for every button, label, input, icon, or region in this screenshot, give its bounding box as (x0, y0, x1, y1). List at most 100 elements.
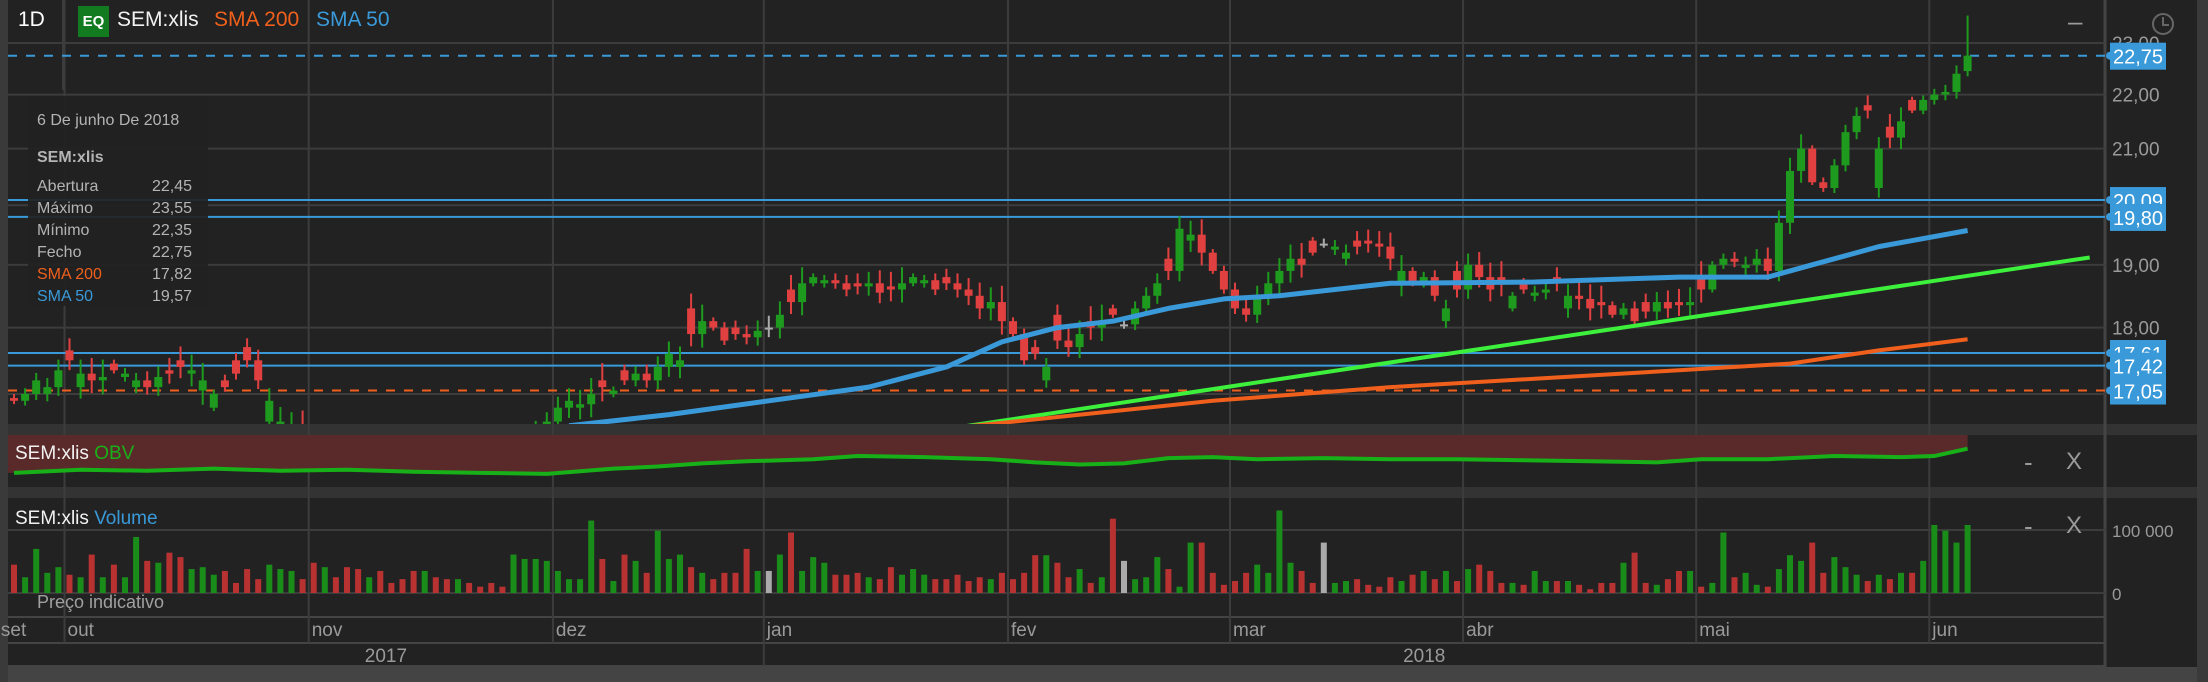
candle-body (1541, 289, 1550, 293)
volume-minimize-button[interactable]: - (2024, 511, 2033, 542)
candle-body (32, 380, 41, 394)
candle-body (864, 283, 873, 287)
volume-bar (1132, 579, 1139, 593)
price-tick-label: 21,00 (2112, 140, 2160, 161)
volume-bar (1864, 581, 1871, 593)
volume-bar (177, 557, 184, 593)
candle-body (875, 283, 884, 293)
volume-bar (865, 577, 872, 593)
candle-body (1630, 308, 1639, 322)
candle-body (1786, 170, 1794, 223)
candle-body (1208, 252, 1217, 271)
volume-bar (732, 572, 739, 593)
volume-bar (788, 532, 794, 593)
tooltip-label: Abertura (37, 178, 99, 195)
volume-bar (1187, 542, 1194, 593)
candle-body (1752, 258, 1761, 265)
candle-body (565, 400, 573, 408)
volume-bar (1243, 572, 1250, 593)
volume-bar (1609, 582, 1616, 593)
candle-body (1075, 334, 1084, 348)
candle-body (1797, 148, 1806, 171)
volume-bar (810, 557, 817, 593)
candle-body (1319, 243, 1328, 246)
interval-selector[interactable]: 1D (18, 8, 45, 32)
volume-bar (321, 567, 328, 593)
volume-bar (1331, 582, 1338, 593)
volume-bar (44, 572, 51, 593)
volume-bar (1198, 542, 1205, 593)
candle-body (975, 295, 984, 309)
volume-bar (566, 579, 572, 593)
volume-bar (1553, 581, 1560, 593)
volume-bar (876, 579, 883, 593)
candle-body (1686, 302, 1695, 306)
volume-bar (344, 567, 350, 593)
candle-body (909, 277, 918, 284)
volume-bar (1409, 574, 1416, 593)
panel-separator[interactable] (8, 424, 2197, 435)
price-tick-label: 19,00 (2112, 256, 2160, 277)
volume-bar (765, 570, 772, 593)
volume-bar (1420, 570, 1427, 593)
symbol-label[interactable]: SEM:xlis (117, 8, 199, 32)
volume-bar (1487, 570, 1494, 593)
volume-bar (1820, 572, 1827, 593)
candle-body (642, 373, 651, 381)
candle-body (1930, 94, 1939, 100)
volume-bar (654, 530, 661, 593)
month-label: jun (1931, 620, 1957, 641)
candle-body (43, 387, 52, 394)
candle-body (831, 280, 840, 284)
candle-body (598, 380, 607, 388)
volume-close-button[interactable]: X (2066, 512, 2082, 540)
volume-bar (1109, 518, 1116, 593)
candle-body (1852, 115, 1861, 133)
price-tick-label: 18,00 (2112, 319, 2160, 340)
volume-bar (233, 582, 239, 593)
year-label: 2017 (365, 646, 407, 667)
volume-bar (1798, 560, 1805, 593)
volume-bar (1509, 582, 1516, 593)
eq-badge: EQ (78, 6, 109, 37)
candle-body (1197, 234, 1206, 253)
month-label: nov (312, 620, 343, 641)
volume-bar (1953, 542, 1960, 593)
panel-separator[interactable] (8, 487, 2197, 498)
candle-body (254, 360, 263, 381)
volume-bar (688, 567, 695, 593)
indicative-price-note: Preço indicativo (37, 592, 165, 612)
candle-body (942, 277, 951, 284)
candle-body (1741, 264, 1750, 268)
volume-bar (155, 562, 162, 593)
candle-body (1564, 295, 1572, 309)
price-minimize-button[interactable]: – (2068, 6, 2082, 37)
volume-tick-label: 0 (2112, 585, 2121, 604)
candle-body (243, 347, 252, 361)
volume-bar (488, 582, 495, 593)
candle-body (698, 321, 707, 335)
obv-minimize-button[interactable]: - (2024, 447, 2033, 478)
candle-body (787, 289, 795, 303)
volume-bar (1365, 584, 1372, 593)
obv-close-button[interactable]: X (2066, 448, 2082, 476)
volume-bar (1909, 572, 1916, 593)
volume-bar (432, 577, 439, 593)
sma50-legend[interactable]: SMA 50 (316, 8, 390, 32)
volume-bar (221, 570, 228, 593)
volume-bar (1498, 582, 1505, 593)
volume-bar (1620, 562, 1627, 593)
chart-canvas[interactable]: set out nov dez jan fev mar abr mai jun 2017 2018 23… (0, 0, 2208, 682)
tooltip-label: SMA 50 (37, 288, 94, 305)
candle-body (1375, 243, 1384, 247)
sma200-legend[interactable]: SMA 200 (214, 8, 299, 32)
candle-body (1941, 91, 1950, 95)
volume-panel-title: SEM:xlis Volume (15, 508, 158, 530)
volume-bar (1809, 542, 1816, 593)
volume-bar (1287, 562, 1294, 593)
candle-body (1475, 264, 1484, 278)
volume-bar (99, 577, 106, 593)
candle-body (853, 283, 862, 287)
volume-bar (943, 579, 950, 593)
candle-body (1242, 308, 1251, 315)
